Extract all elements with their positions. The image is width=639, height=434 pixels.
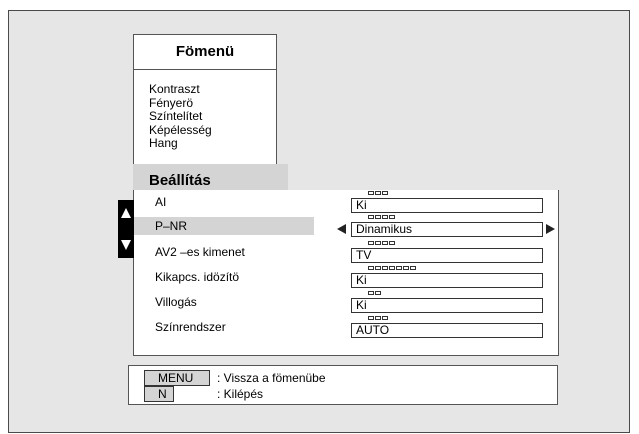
option-dot <box>368 266 374 270</box>
menu-key-description: : Vissza a fömenübe <box>217 371 326 385</box>
main-menu-divider <box>134 69 276 70</box>
option-dot <box>403 266 409 270</box>
option-dot <box>389 266 395 270</box>
setting-value: Dinamikus <box>356 222 413 236</box>
option-dot <box>368 241 374 245</box>
main-menu: Fömenü Kontraszt Fényerö Színtelítet Kép… <box>133 34 277 164</box>
option-dot <box>368 191 374 195</box>
option-count-indicator <box>368 191 388 196</box>
option-count-indicator <box>368 266 416 271</box>
setting-label: Villogás <box>155 295 197 309</box>
option-count-indicator <box>368 241 395 246</box>
setting-label-area: AV2 –es kimenet <box>134 243 314 261</box>
setting-label: P–NR <box>155 219 188 233</box>
option-dot <box>389 215 395 219</box>
setting-value: Ki <box>356 273 367 287</box>
setting-value: TV <box>356 248 372 262</box>
exit-key[interactable]: N <box>144 386 174 402</box>
setting-value: Ki <box>356 198 367 212</box>
option-dot <box>396 266 402 270</box>
setting-label-area: P–NR <box>134 217 314 235</box>
option-count-indicator <box>368 291 381 296</box>
menu-item-kepelesseg[interactable]: Képélesség <box>149 123 212 138</box>
setting-label-area: Színrendszer <box>134 318 314 336</box>
setting-label: Kikapcs. idözítö <box>155 270 240 284</box>
setting-value: Ki <box>356 298 367 312</box>
option-dot <box>382 316 388 320</box>
option-dot <box>375 215 381 219</box>
option-dot <box>375 316 381 320</box>
setting-label: AI <box>155 195 167 209</box>
setting-value-field[interactable]: Ki <box>351 198 543 213</box>
value-right-arrow-icon[interactable] <box>546 224 555 234</box>
option-count-indicator <box>368 316 388 321</box>
option-count-indicator <box>368 215 395 220</box>
scroll-down-arrow-icon[interactable] <box>121 240 131 250</box>
main-menu-title: Fömenü <box>175 43 235 60</box>
setting-row[interactable]: Villogás Ki <box>134 290 558 314</box>
value-left-arrow-icon[interactable] <box>337 224 346 234</box>
setting-label: Színrendszer <box>155 320 226 334</box>
option-dot <box>389 241 395 245</box>
menu-item-hang[interactable]: Hang <box>149 136 212 151</box>
setting-value-field[interactable]: Ki <box>351 298 543 313</box>
setting-row[interactable]: AI Ki <box>134 190 558 214</box>
scroll-indicator[interactable] <box>118 200 134 258</box>
main-menu-list: Kontraszt Fényerö Színtelítet Képélesség… <box>149 82 212 151</box>
section-tab-beallitas[interactable]: Beállítás <box>133 164 288 190</box>
option-dot <box>368 215 374 219</box>
option-dot <box>382 241 388 245</box>
setting-value-field[interactable]: Ki <box>351 273 543 288</box>
option-dot <box>375 291 381 295</box>
option-dot <box>375 191 381 195</box>
option-dot <box>375 266 381 270</box>
option-dot <box>382 191 388 195</box>
setting-label: AV2 –es kimenet <box>155 245 245 259</box>
help-bar: MENU : Vissza a fömenübe N : Kilépés <box>128 365 558 405</box>
menu-key[interactable]: MENU <box>144 370 210 386</box>
option-dot <box>382 266 388 270</box>
setting-label-area: Kikapcs. idözítö <box>134 268 314 286</box>
exit-key-label: N <box>158 387 167 401</box>
setting-row[interactable]: AV2 –es kimenet TV <box>134 240 558 264</box>
scroll-up-arrow-icon[interactable] <box>121 208 131 218</box>
setting-row[interactable]: Színrendszer AUTO <box>134 315 558 339</box>
setting-row[interactable]: P–NR Dinamikus <box>134 214 558 238</box>
setting-value-field[interactable]: AUTO <box>351 323 543 338</box>
menu-item-fenyero[interactable]: Fényerö <box>149 96 212 111</box>
section-title: Beállítás <box>149 172 211 189</box>
setting-value-field[interactable]: Dinamikus <box>351 222 543 237</box>
menu-key-label: MENU <box>158 371 194 385</box>
option-dot <box>368 291 374 295</box>
option-dot <box>375 241 381 245</box>
option-dot <box>410 266 416 270</box>
option-dot <box>368 316 374 320</box>
setting-label-area: AI <box>134 193 314 211</box>
menu-item-szintelitet[interactable]: Színtelítet <box>149 109 212 124</box>
option-dot <box>382 215 388 219</box>
menu-item-kontraszt[interactable]: Kontraszt <box>149 82 212 97</box>
setting-label-area: Villogás <box>134 293 314 311</box>
setting-value: AUTO <box>356 323 390 337</box>
exit-key-description: : Kilépés <box>217 387 264 401</box>
setting-value-field[interactable]: TV <box>351 248 543 263</box>
setting-row[interactable]: Kikapcs. idözítö Ki <box>134 265 558 289</box>
